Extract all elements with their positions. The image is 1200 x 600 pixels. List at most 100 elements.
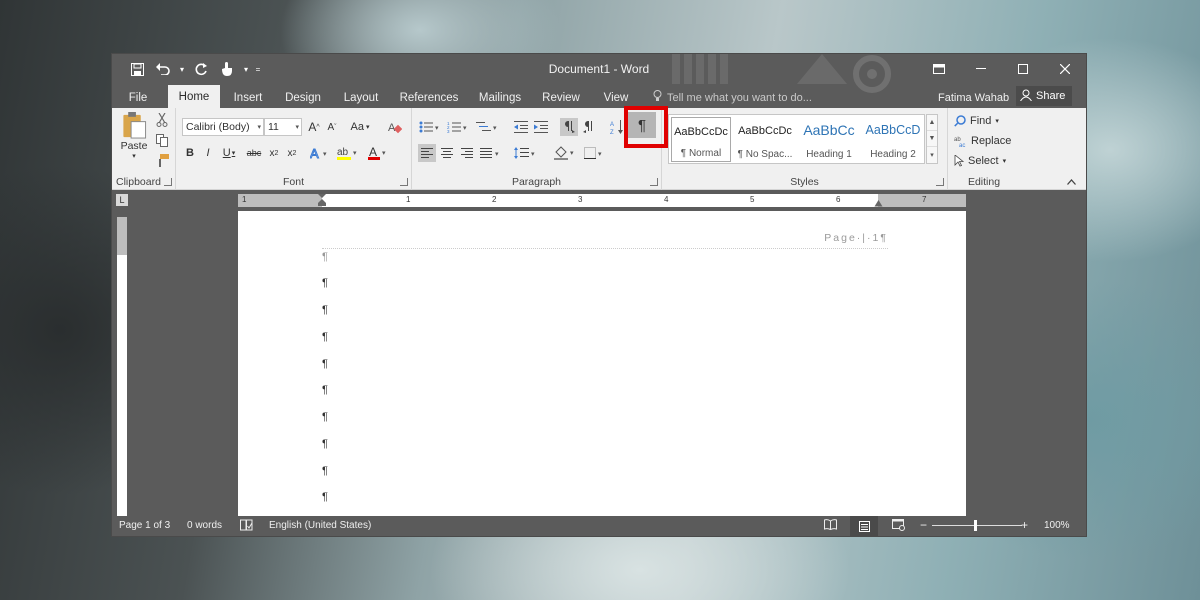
tab-layout[interactable]: Layout xyxy=(338,87,384,108)
line-spacing-icon[interactable]: ▾ xyxy=(512,144,540,162)
styles-more-icon[interactable]: ▾ xyxy=(927,147,937,163)
strikethrough-icon[interactable]: abc xyxy=(244,144,264,162)
page-count-status[interactable]: Page 1 of 3 xyxy=(119,520,170,531)
page-header[interactable]: Page·|·1¶ xyxy=(322,211,888,249)
style-name: ¶ Normal xyxy=(680,148,722,159)
collapse-ribbon-icon[interactable] xyxy=(1064,176,1078,188)
svg-text:▾: ▾ xyxy=(598,151,602,158)
language-status[interactable]: English (United States) xyxy=(269,520,371,531)
styles-launcher-icon[interactable] xyxy=(936,178,944,186)
horizontal-ruler-row: L 1 1 2 3 4 5 6 7 xyxy=(112,191,1086,209)
share-button[interactable]: Share xyxy=(1016,86,1072,106)
style-normal[interactable]: AaBbCcDc ¶ Normal xyxy=(671,117,731,162)
document-page[interactable]: Page·|·1¶ ¶ ¶ ¶ ¶ ¶ ¶ ¶ ¶ ¶ ¶ xyxy=(238,211,966,516)
grow-font-icon[interactable]: A ^ xyxy=(306,118,322,136)
underline-icon[interactable]: U ▾ xyxy=(218,144,240,162)
zoom-level[interactable]: 100% xyxy=(1044,520,1070,531)
ruler-number: 2 xyxy=(492,195,497,204)
right-indent-marker-icon[interactable] xyxy=(874,199,883,207)
clear-formatting-icon[interactable]: A xyxy=(386,118,404,136)
numbering-icon[interactable]: 1 2 3 ▾ xyxy=(446,118,470,136)
decrease-indent-icon[interactable] xyxy=(512,118,530,136)
copy-icon[interactable] xyxy=(154,132,170,148)
format-painter-icon[interactable] xyxy=(154,152,170,168)
font-launcher-icon[interactable] xyxy=(400,178,408,186)
style-heading-1[interactable]: AaBbCc Heading 1 xyxy=(799,117,859,162)
zoom-slider-track[interactable] xyxy=(932,525,1022,526)
svg-text:ab: ab xyxy=(337,147,349,158)
paragraph-launcher-icon[interactable] xyxy=(650,178,658,186)
tab-file[interactable]: File xyxy=(122,87,154,108)
tell-me-box[interactable]: Tell me what you want to do... xyxy=(653,87,812,108)
paste-button[interactable]: Paste ▾ xyxy=(118,112,150,160)
select-label: Select xyxy=(968,155,999,167)
word-count-status[interactable]: 0 words xyxy=(187,520,222,531)
replace-button[interactable]: ab ac Replace xyxy=(954,132,1018,150)
borders-icon[interactable]: ▾ xyxy=(582,144,608,162)
align-right-icon[interactable] xyxy=(458,144,476,162)
tab-design[interactable]: Design xyxy=(280,87,326,108)
multilevel-list-icon[interactable]: ▾ xyxy=(474,118,502,136)
rtl-text-direction-icon[interactable] xyxy=(580,118,598,136)
select-button[interactable]: Select ▾ xyxy=(954,152,1014,170)
font-name-dropdown-icon[interactable]: ▾ xyxy=(257,123,261,131)
person-icon xyxy=(1020,89,1032,104)
horizontal-ruler[interactable]: 1 1 2 3 4 5 6 7 xyxy=(238,194,966,207)
align-center-icon[interactable] xyxy=(438,144,456,162)
clipboard-launcher-icon[interactable] xyxy=(164,178,172,186)
cut-icon[interactable] xyxy=(154,112,170,128)
italic-icon[interactable]: I xyxy=(200,144,216,162)
indent-marker-icon[interactable] xyxy=(317,194,327,207)
vertical-ruler[interactable] xyxy=(117,217,127,517)
web-layout-icon[interactable] xyxy=(892,519,905,534)
font-size-combo[interactable]: 11 ▾ xyxy=(264,118,302,136)
ruler-number: 1 xyxy=(242,195,247,204)
tab-references[interactable]: References xyxy=(396,87,462,108)
font-size-dropdown-icon[interactable]: ▾ xyxy=(295,123,299,131)
zoom-slider-thumb[interactable] xyxy=(974,520,977,531)
ruler-number: 6 xyxy=(836,195,841,204)
bullets-icon[interactable]: ▾ xyxy=(418,118,442,136)
maximize-icon[interactable] xyxy=(1002,54,1044,84)
lightbulb-icon xyxy=(653,90,662,105)
close-icon[interactable] xyxy=(1044,54,1086,84)
tab-mailings[interactable]: Mailings xyxy=(474,87,526,108)
text-effects-icon[interactable]: A ▾ xyxy=(308,144,332,162)
svg-text:▾: ▾ xyxy=(531,151,535,158)
justify-icon[interactable]: ▾ xyxy=(478,144,504,162)
superscript-icon[interactable]: x2 xyxy=(284,144,300,162)
tab-view[interactable]: View xyxy=(596,87,636,108)
tab-insert[interactable]: Insert xyxy=(228,87,268,108)
style-no-spacing[interactable]: AaBbCcDc ¶ No Spac... xyxy=(735,117,795,162)
ribbon-display-options-icon[interactable] xyxy=(918,54,960,84)
change-case-button[interactable]: Aa ▾ xyxy=(346,118,374,136)
styles-scroll-down-icon[interactable]: ▼ xyxy=(927,131,937,147)
zoom-out-icon[interactable]: − xyxy=(920,518,927,532)
minimize-icon[interactable] xyxy=(960,54,1002,84)
zoom-in-icon[interactable]: + xyxy=(1021,518,1028,532)
paragraph-mark: ¶ xyxy=(322,411,328,423)
styles-scroll-up-icon[interactable]: ▲ xyxy=(927,115,937,131)
tab-selector-icon[interactable]: L xyxy=(116,194,128,206)
shrink-font-icon[interactable]: Aˇ xyxy=(324,118,340,136)
subscript-icon[interactable]: x2 xyxy=(266,144,282,162)
tab-home[interactable]: Home xyxy=(168,85,220,108)
bold-icon[interactable]: B xyxy=(182,144,198,162)
tab-review[interactable]: Review xyxy=(538,87,584,108)
ltr-text-direction-icon[interactable] xyxy=(560,118,578,136)
font-color-icon[interactable]: A ▾ xyxy=(366,144,392,162)
read-mode-icon[interactable] xyxy=(824,519,837,533)
user-name[interactable]: Fatima Wahab xyxy=(938,87,1009,108)
find-button[interactable]: Find ▾ xyxy=(954,112,1014,130)
style-heading-2[interactable]: AaBbCcD Heading 2 xyxy=(863,117,923,162)
font-name-value: Calibri (Body) xyxy=(186,121,250,133)
font-name-combo[interactable]: Calibri (Body) ▾ xyxy=(182,118,264,136)
svg-text:A: A xyxy=(610,122,614,128)
proofing-icon[interactable] xyxy=(240,519,253,534)
shading-icon[interactable]: ▾ xyxy=(552,144,580,162)
align-left-icon[interactable] xyxy=(418,144,436,162)
highlight-color-icon[interactable]: ab ▾ xyxy=(336,144,362,162)
increase-indent-icon[interactable] xyxy=(532,118,550,136)
print-layout-icon[interactable] xyxy=(850,516,878,536)
styles-gallery-scroll[interactable]: ▲ ▼ ▾ xyxy=(926,114,938,164)
